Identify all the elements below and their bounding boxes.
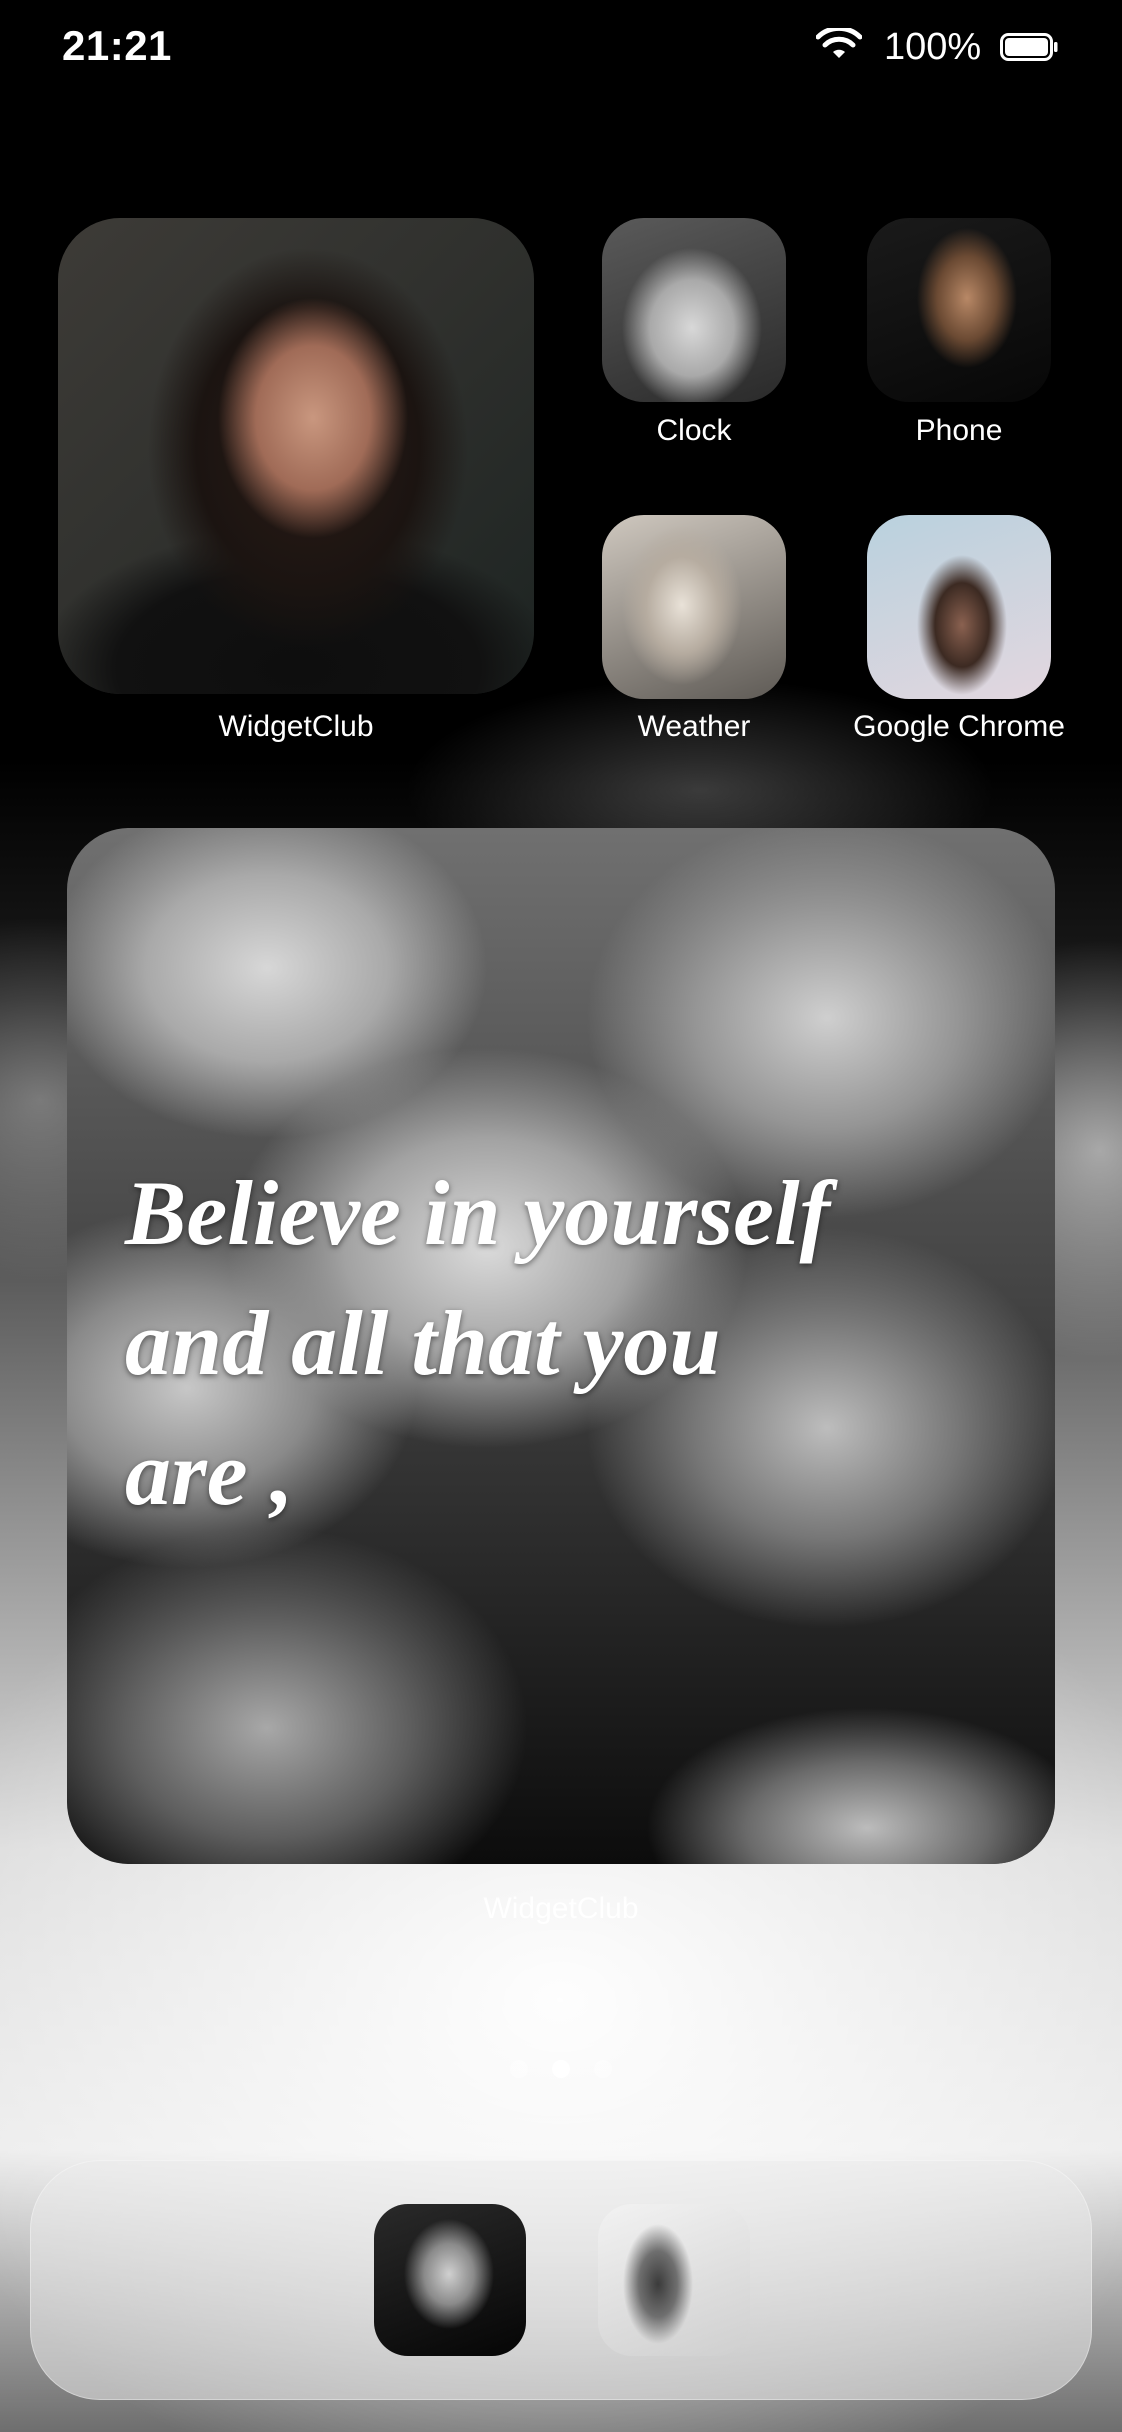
portrait-photo bbox=[58, 218, 534, 694]
quote-widget-label: WidgetClub bbox=[483, 1892, 639, 1925]
app-photo bbox=[602, 218, 786, 402]
quote-text: Believe in yourself and all that you are… bbox=[125, 1148, 1025, 1538]
page-dot-active bbox=[552, 2060, 570, 2078]
dock-app-icon-1[interactable] bbox=[374, 2204, 526, 2356]
battery-full-icon bbox=[1000, 33, 1058, 61]
app-photo bbox=[867, 218, 1051, 402]
phone-app-icon[interactable] bbox=[867, 218, 1051, 402]
quote-line: Believe in yourself bbox=[125, 1162, 831, 1264]
app-label-weather: Weather bbox=[637, 710, 751, 743]
quote-widget[interactable]: Believe in yourself and all that you are… bbox=[67, 828, 1055, 1864]
weather-app-icon[interactable] bbox=[602, 515, 786, 699]
quote-line: and all that you bbox=[125, 1292, 721, 1394]
status-bar: 21:21 100% bbox=[0, 0, 1122, 100]
app-photo bbox=[867, 515, 1051, 699]
clock-app-icon[interactable] bbox=[602, 218, 786, 402]
app-label-google-chrome: Google Chrome bbox=[853, 710, 1065, 743]
page-dot bbox=[594, 2060, 612, 2078]
photo-widget-label: WidgetClub bbox=[218, 710, 374, 743]
app-photo bbox=[602, 515, 786, 699]
quote-line: are , bbox=[125, 1422, 294, 1524]
page-indicator[interactable] bbox=[506, 2060, 616, 2080]
photo-widget[interactable] bbox=[58, 218, 534, 694]
app-label-phone: Phone bbox=[915, 414, 1003, 447]
app-photo bbox=[374, 2204, 526, 2356]
google-chrome-app-icon[interactable] bbox=[867, 515, 1051, 699]
page-dot bbox=[510, 2060, 528, 2078]
dock-app-icon-2[interactable] bbox=[598, 2204, 750, 2356]
wifi-icon bbox=[816, 28, 862, 58]
battery-percent: 100% bbox=[884, 26, 982, 68]
app-photo bbox=[598, 2204, 750, 2356]
dock bbox=[30, 2160, 1092, 2400]
app-label-clock: Clock bbox=[656, 414, 732, 447]
status-time: 21:21 bbox=[62, 22, 172, 69]
